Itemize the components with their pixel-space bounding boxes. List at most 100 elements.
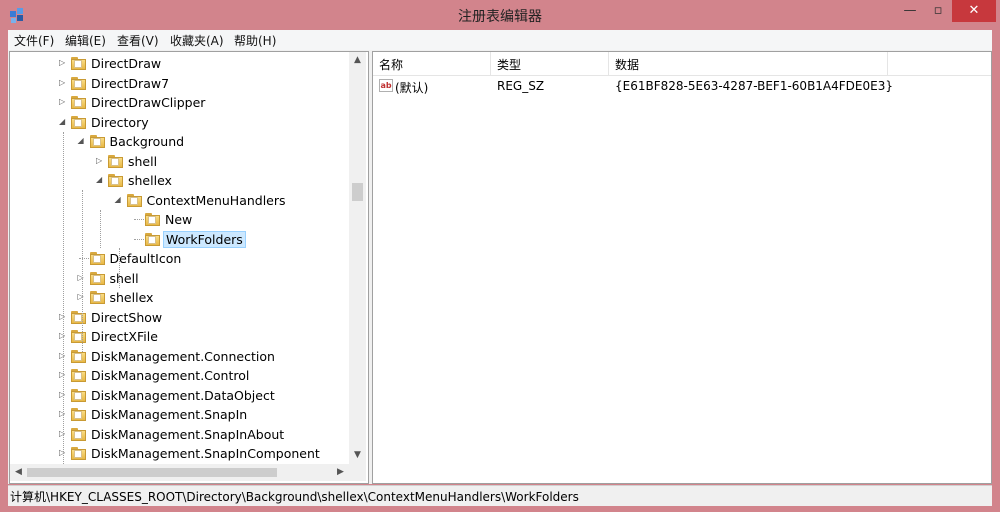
tree-item-label[interactable]: DiskManagement.Control	[89, 367, 251, 384]
tree-item[interactable]: ◢ shellex	[10, 171, 350, 190]
value-data: {E61BF828-5E63-4287-BEF1-60B1A4FDE0E3}	[615, 79, 893, 93]
tree-item[interactable]: ▷ shell	[10, 269, 350, 288]
column-header-type[interactable]: 类型	[491, 52, 609, 76]
tree-item-label[interactable]: WorkFolders	[163, 230, 246, 248]
folder-icon	[71, 96, 87, 109]
tree-item[interactable]: ▷ DirectXFile	[10, 327, 350, 346]
minimize-button[interactable]: —	[896, 0, 924, 22]
tree-item[interactable]: WorkFolders	[10, 230, 350, 249]
folder-icon	[145, 232, 161, 246]
collapse-arrow-icon[interactable]: ◢	[115, 195, 123, 205]
folder-icon	[71, 330, 87, 343]
tree-item[interactable]: DefaultIcon	[10, 249, 350, 268]
tree-item[interactable]: ◢ ContextMenuHandlers	[10, 191, 350, 210]
status-path: 计算机\HKEY_CLASSES_ROOT\Directory\Backgrou…	[10, 490, 579, 504]
tree-item[interactable]: ▷ DirectDraw	[10, 54, 350, 73]
column-header-data[interactable]: 数据	[609, 52, 888, 76]
tree-item-label[interactable]: DirectDrawClipper	[89, 94, 207, 111]
scroll-down-arrow-icon[interactable]: ▼	[349, 447, 366, 464]
folder-icon	[108, 154, 124, 168]
tree-item[interactable]: ▷ DirectDrawClipper	[10, 93, 350, 112]
vertical-scroll-thumb[interactable]	[352, 183, 363, 201]
tree-item-label[interactable]: DirectShow	[89, 309, 164, 326]
folder-icon	[71, 388, 87, 402]
tree-horizontal-scrollbar[interactable]: ◀ ▶	[10, 464, 349, 481]
menu-edit[interactable]: 编辑(E)	[65, 32, 106, 49]
values-list[interactable]: 名称 类型 数据 ab (默认) REG_SZ {E61BF828-5E63-4…	[372, 51, 992, 484]
folder-icon	[145, 213, 161, 226]
horizontal-scroll-thumb[interactable]	[27, 468, 277, 477]
tree-guide-line	[100, 210, 101, 248]
maximize-button[interactable]: ▫	[926, 0, 950, 22]
folder-icon	[71, 349, 87, 363]
tree-item-label[interactable]: ContextMenuHandlers	[145, 192, 288, 209]
tree-item[interactable]: New	[10, 210, 350, 229]
scroll-left-arrow-icon[interactable]: ◀	[10, 464, 27, 481]
collapse-arrow-icon[interactable]: ◢	[59, 117, 67, 127]
column-header-name[interactable]: 名称	[373, 52, 491, 76]
column-header-name-label: 名称	[379, 58, 404, 72]
registry-tree[interactable]: ▷ DirectDraw ▷ DirectDraw7 ▷ DirectDrawClippe…	[9, 51, 369, 484]
tree-item[interactable]: ▷ DiskManagement.SnapInAbout	[10, 425, 350, 444]
expand-arrow-icon[interactable]: ▷	[96, 156, 104, 166]
tree-item[interactable]: ▷ DirectDraw7	[10, 74, 350, 93]
tree-item[interactable]: ▷ DirectShow	[10, 308, 350, 327]
client-area: ▷ DirectDraw ▷ DirectDraw7 ▷ DirectDrawClippe…	[8, 50, 992, 484]
tree-item-label[interactable]: DiskManagement.SnapInAbout	[89, 426, 286, 443]
tree-item[interactable]: ▷ DiskManagement.SnapIn	[10, 405, 350, 424]
folder-icon	[71, 427, 87, 441]
tree-item[interactable]: ◢ Directory	[10, 113, 350, 132]
expand-arrow-icon[interactable]: ▷	[59, 97, 67, 107]
tree-item-label[interactable]: Background	[108, 133, 187, 150]
close-button[interactable]: ✕	[952, 0, 996, 22]
tree-item[interactable]: ▷ DiskManagement.Connection	[10, 347, 350, 366]
folder-icon	[71, 115, 87, 129]
tree-guide-line	[63, 132, 64, 464]
tree-item[interactable]: ▷ DiskManagement.DataObject	[10, 386, 350, 405]
tree-item-label[interactable]: DirectXFile	[89, 328, 160, 345]
collapse-arrow-icon[interactable]: ◢	[78, 136, 86, 146]
tree-item-label[interactable]: DiskManagement.DataObject	[89, 387, 277, 404]
folder-icon	[71, 310, 87, 324]
tree-item-label[interactable]: Directory	[89, 114, 151, 131]
collapse-arrow-icon[interactable]: ◢	[96, 175, 104, 185]
tree-item-label[interactable]: DirectDraw7	[89, 75, 171, 92]
tree-item[interactable]: ▷ shellex	[10, 288, 350, 307]
expand-arrow-icon[interactable]: ▷	[59, 78, 67, 88]
tree-item[interactable]: ▷ shell	[10, 152, 350, 171]
scroll-right-arrow-icon[interactable]: ▶	[332, 464, 349, 481]
column-header-type-label: 类型	[497, 58, 522, 72]
scroll-up-arrow-icon[interactable]: ▲	[349, 52, 366, 69]
tree-item-label[interactable]: DiskManagement.SnapInComponent	[89, 445, 322, 462]
folder-icon	[89, 252, 106, 265]
tree-item-label[interactable]: DiskManagement.Connection	[89, 348, 277, 365]
tree-item-label[interactable]: DiskManagement.SnapIn	[89, 406, 249, 423]
tree-connector-line	[78, 258, 89, 259]
window-title: 注册表编辑器	[458, 9, 542, 25]
tree-item-label[interactable]: shell	[126, 153, 159, 170]
menu-help[interactable]: 帮助(H)	[234, 32, 276, 49]
list-item[interactable]: ab (默认) REG_SZ {E61BF828-5E63-4287-BEF1-…	[373, 76, 991, 96]
folder-icon	[71, 447, 87, 460]
tree-item[interactable]: ▷ DiskManagement.SnapInComponent	[10, 444, 350, 463]
folder-icon	[89, 291, 106, 304]
tree-guide-line	[81, 190, 83, 352]
tree-connector-line	[134, 238, 144, 240]
menu-file[interactable]: 文件(F)	[14, 32, 54, 49]
tree-item-label[interactable]: shell	[108, 270, 141, 287]
menu-bar: 文件(F) 编辑(E) 查看(V) 收藏夹(A) 帮助(H)	[8, 30, 992, 50]
tree-item[interactable]: ◢ Background	[10, 132, 350, 151]
menu-favorites[interactable]: 收藏夹(A)	[170, 32, 224, 49]
string-value-icon: ab	[379, 79, 393, 92]
menu-view[interactable]: 查看(V)	[117, 32, 159, 49]
tree-item-label[interactable]: shellex	[126, 172, 174, 189]
tree-item-label[interactable]: DirectDraw	[89, 55, 163, 72]
folder-icon	[89, 271, 106, 285]
tree-vertical-scrollbar[interactable]: ▲ ▼	[349, 52, 366, 464]
expand-arrow-icon[interactable]: ▷	[59, 58, 67, 68]
folder-icon	[71, 369, 87, 382]
tree-item[interactable]: ▷ DiskManagement.Control	[10, 366, 350, 385]
title-bar[interactable]: 注册表编辑器 — ▫ ✕	[0, 0, 1000, 30]
tree-item-label[interactable]: shellex	[108, 289, 156, 306]
tree-item-label[interactable]: New	[163, 211, 194, 228]
